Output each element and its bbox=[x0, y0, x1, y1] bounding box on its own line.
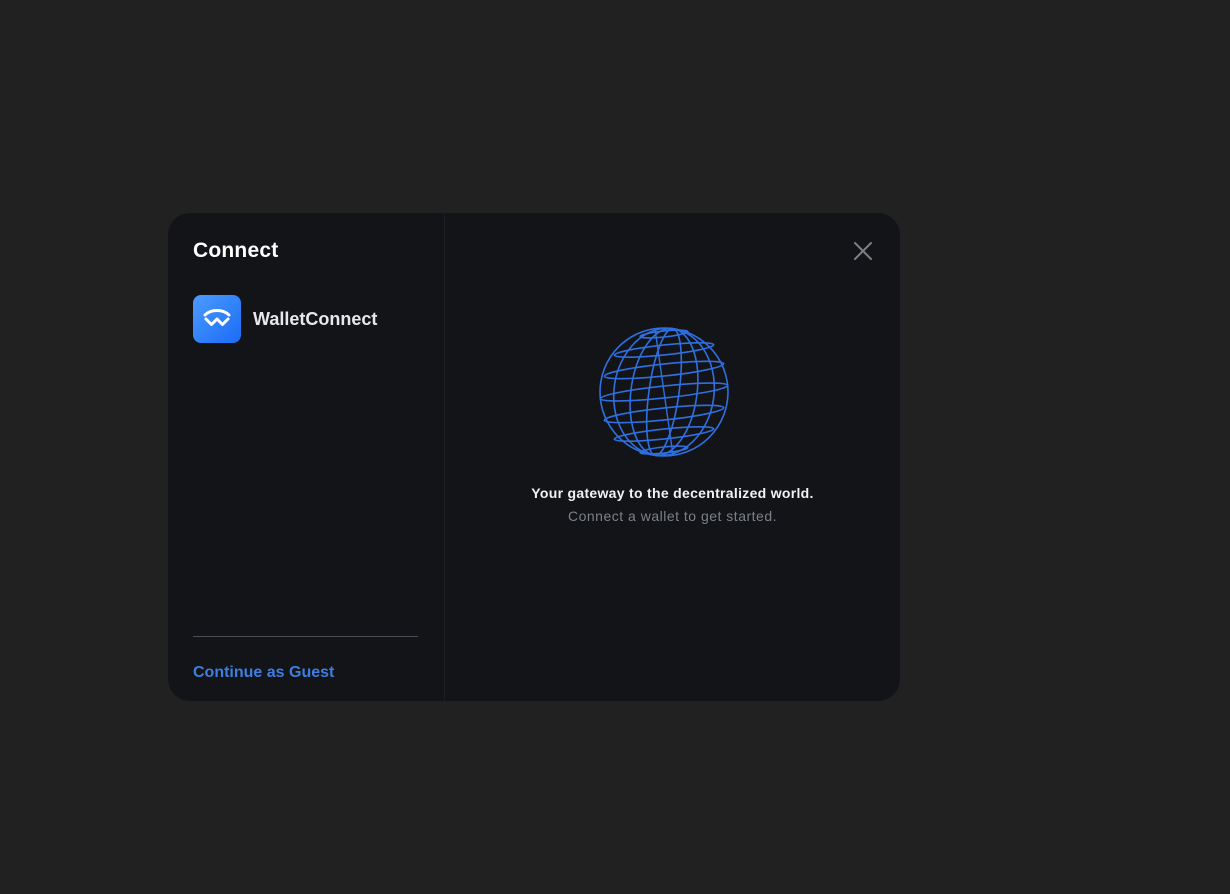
welcome-pane: Your gateway to the decentralized world.… bbox=[445, 213, 900, 701]
tagline: Your gateway to the decentralized world. bbox=[531, 485, 814, 501]
wallet-label: WalletConnect bbox=[253, 308, 378, 329]
close-icon bbox=[854, 242, 872, 260]
wallet-option-walletconnect[interactable]: WalletConnect bbox=[193, 295, 377, 343]
subtagline: Connect a wallet to get started. bbox=[568, 508, 777, 524]
close-button[interactable] bbox=[850, 238, 876, 264]
walletconnect-icon bbox=[193, 295, 241, 343]
wallet-list-pane: Connect WalletConnect Continue as Guest bbox=[168, 213, 445, 701]
globe-icon bbox=[599, 327, 729, 457]
connect-modal: Connect WalletConnect Continue as Guest bbox=[168, 213, 900, 701]
divider bbox=[193, 636, 418, 637]
modal-title: Connect bbox=[193, 239, 279, 262]
continue-as-guest-link[interactable]: Continue as Guest bbox=[193, 664, 334, 682]
